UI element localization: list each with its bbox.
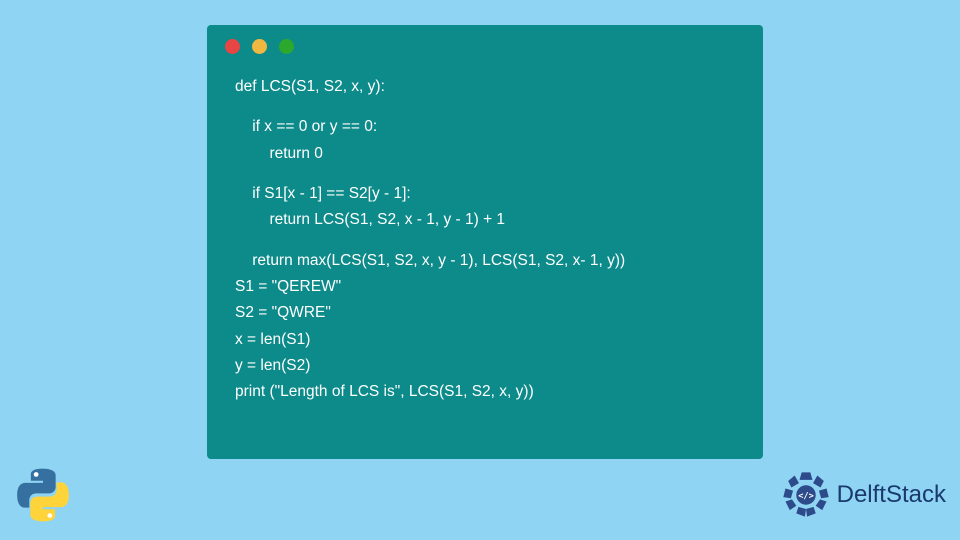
traffic-lights [207,25,763,68]
code-line: S1 = "QEREW" [235,274,735,300]
code-line: return LCS(S1, S2, x - 1, y - 1) + 1 [235,207,735,233]
code-line: y = len(S2) [235,353,735,379]
code-line: x = len(S1) [235,327,735,353]
code-line: def LCS(S1, S2, x, y): [235,74,735,100]
code-line: return max(LCS(S1, S2, x, y - 1), LCS(S1… [235,248,735,274]
delft-branding: </> DelftStack [779,468,946,522]
brand-name: DelftStack [837,481,946,509]
code-content: def LCS(S1, S2, x, y): if x == 0 or y ==… [207,68,763,412]
code-line: S2 = "QWRE" [235,300,735,326]
code-line: if S1[x - 1] == S2[y - 1]: [235,181,735,207]
python-logo-icon [14,466,72,524]
code-line: print ("Length of LCS is", LCS(S1, S2, x… [235,379,735,405]
code-window: def LCS(S1, S2, x, y): if x == 0 or y ==… [207,25,763,459]
code-line: return 0 [235,141,735,167]
svg-text:</>: </> [798,491,814,501]
close-icon [225,39,240,54]
minimize-icon [252,39,267,54]
code-line: if x == 0 or y == 0: [235,114,735,140]
maximize-icon [279,39,294,54]
delftstack-logo-icon: </> [779,468,833,522]
